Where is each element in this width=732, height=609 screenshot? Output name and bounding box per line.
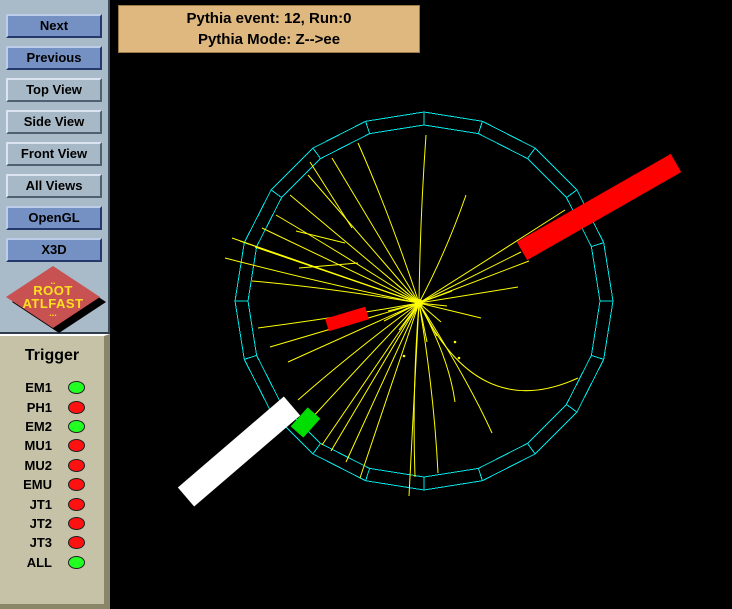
trigger-label: ALL xyxy=(6,555,52,570)
logo-diamond-icon: .. ROOT ATLFAST ... xyxy=(6,266,100,328)
trigger-row-emu: EMU xyxy=(0,475,104,494)
trigger-label: EM1 xyxy=(6,380,52,395)
trigger-row-jt3: JT3 xyxy=(0,533,104,552)
trigger-panel: Trigger EM1 PH1 EM2 MU1 MU2 E xyxy=(0,334,110,609)
particle-track xyxy=(419,287,518,303)
particle-track xyxy=(358,143,419,303)
event-display-canvas[interactable]: Pythia event: 12, Run:0 Pythia Mode: Z--… xyxy=(110,0,732,609)
calo-deposit-red-small xyxy=(327,313,367,325)
event-header-line2: Pythia Mode: Z-->ee xyxy=(198,29,340,50)
detector-ring-spoke xyxy=(244,355,256,359)
detector-ring-spoke xyxy=(566,190,577,198)
trigger-label: JT2 xyxy=(6,516,52,531)
trigger-row-em2: EM2 xyxy=(0,417,104,436)
logo-dots-bottom: ... xyxy=(49,310,57,316)
particle-track xyxy=(419,210,565,303)
calo-deposit-white xyxy=(186,406,292,497)
detector-ring-spoke xyxy=(271,190,282,198)
detector-ring-spoke xyxy=(527,148,535,159)
trigger-label: JT3 xyxy=(6,535,52,550)
particle-track xyxy=(419,303,578,391)
detector-ring-spoke xyxy=(313,148,321,159)
track-dot xyxy=(458,357,461,360)
led-indicator xyxy=(68,439,85,452)
trigger-row-ph1: PH1 xyxy=(0,397,104,416)
opengl-button[interactable]: OpenGL xyxy=(6,206,102,230)
next-button[interactable]: Next xyxy=(6,14,102,38)
detector-ring-spoke xyxy=(478,468,482,480)
trigger-row-mu1: MU1 xyxy=(0,436,104,455)
event-header-line1: Pythia event: 12, Run:0 xyxy=(186,8,351,29)
particle-track xyxy=(346,303,419,462)
particle-track xyxy=(419,135,426,303)
detector-ring-spoke xyxy=(566,404,577,412)
trigger-label: PH1 xyxy=(6,400,52,415)
trigger-label: EM2 xyxy=(6,419,52,434)
particle-track xyxy=(360,303,419,478)
trigger-title: Trigger xyxy=(0,347,104,365)
event-vertex xyxy=(415,299,423,307)
trigger-label: MU2 xyxy=(6,458,52,473)
trigger-row-em1: EM1 xyxy=(0,378,104,397)
particle-track xyxy=(262,228,419,303)
particle-track xyxy=(332,158,419,303)
trigger-row-jt2: JT2 xyxy=(0,514,104,533)
particle-track xyxy=(419,252,521,303)
particle-track xyxy=(310,162,352,228)
trigger-row-all: ALL xyxy=(0,553,104,572)
all-views-button[interactable]: All Views xyxy=(6,174,102,198)
trigger-label: MU1 xyxy=(6,438,52,453)
sidebar: Next Previous Top View Side View Front V… xyxy=(0,0,110,609)
previous-button[interactable]: Previous xyxy=(6,46,102,70)
x3d-button[interactable]: X3D xyxy=(6,238,102,262)
event-svg xyxy=(110,0,732,609)
led-indicator xyxy=(68,498,85,511)
front-view-button[interactable]: Front View xyxy=(6,142,102,166)
trigger-row-jt1: JT1 xyxy=(0,494,104,513)
trigger-row-mu2: MU2 xyxy=(0,456,104,475)
led-indicator xyxy=(68,420,85,433)
led-indicator xyxy=(68,459,85,472)
detector-ring-spoke xyxy=(478,121,482,133)
led-indicator xyxy=(68,517,85,530)
top-view-button[interactable]: Top View xyxy=(6,78,102,102)
led-indicator xyxy=(68,381,85,394)
root-atlfast-logo[interactable]: .. ROOT ATLFAST ... xyxy=(2,265,106,331)
track-dot xyxy=(403,355,406,358)
particle-track xyxy=(276,215,419,303)
trigger-label: EMU xyxy=(6,477,52,492)
detector-ring-spoke xyxy=(527,443,535,454)
particle-track xyxy=(409,303,419,496)
detector-ring-spoke xyxy=(591,243,603,247)
led-indicator xyxy=(68,536,85,549)
trigger-label: JT1 xyxy=(6,497,52,512)
sidebar-button-panel: Next Previous Top View Side View Front V… xyxy=(0,0,110,334)
track-dot xyxy=(454,341,457,344)
app-window: Next Previous Top View Side View Front V… xyxy=(0,0,732,609)
detector-ring-spoke xyxy=(591,355,603,359)
detector-ring-spoke xyxy=(366,468,370,480)
particle-track xyxy=(419,195,466,303)
detector-ring-spoke xyxy=(313,443,321,454)
side-view-button[interactable]: Side View xyxy=(6,110,102,134)
event-header: Pythia event: 12, Run:0 Pythia Mode: Z--… xyxy=(118,5,420,53)
detector-ring-spoke xyxy=(366,121,370,133)
led-indicator xyxy=(68,401,85,414)
led-indicator xyxy=(68,556,85,569)
particle-track xyxy=(252,281,419,303)
led-indicator xyxy=(68,478,85,491)
